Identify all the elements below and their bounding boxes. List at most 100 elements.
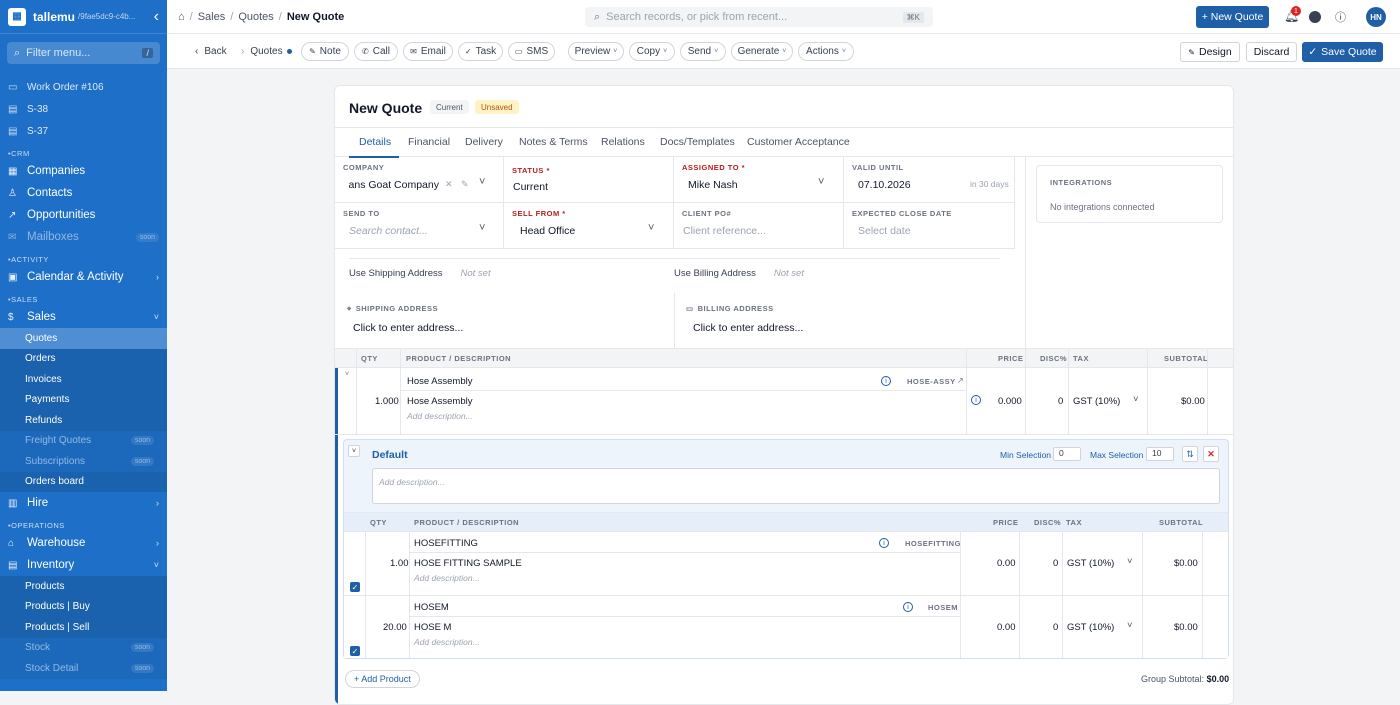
sort-icon[interactable]: ⇅	[1182, 446, 1198, 462]
info-icon[interactable]: i	[971, 395, 981, 405]
email-button[interactable]: ✉ Email	[403, 42, 453, 61]
sidebar-item-invoices[interactable]: Invoices	[0, 369, 167, 390]
checkbox-checked-icon[interactable]: ✓	[350, 646, 360, 656]
help-icon[interactable]: ⓘ	[1335, 9, 1346, 25]
sidebar-item-companies[interactable]: ▦ Companies	[0, 160, 167, 182]
send-dropdown[interactable]: Send ˅	[680, 42, 726, 61]
use-billing-toggle[interactable]: Use Billing Address Not set	[674, 268, 804, 279]
recent-item[interactable]: ▤ S-38	[0, 98, 167, 120]
line-description[interactable]: Hose Assembly	[407, 396, 472, 407]
tab-docs-templates[interactable]: Docs/Templates	[660, 136, 735, 148]
tab-delivery[interactable]: Delivery	[465, 136, 503, 148]
sidebar-item-stock[interactable]: Stock soon	[0, 637, 167, 658]
avatar[interactable]: HN	[1366, 7, 1386, 27]
generate-dropdown[interactable]: Generate ˅	[731, 42, 793, 61]
task-button[interactable]: ✓ Task	[458, 42, 503, 61]
recent-item[interactable]: ▤ S-37	[0, 120, 167, 142]
pencil-icon[interactable]: ✎	[461, 179, 469, 190]
line-disc[interactable]: 0	[1053, 558, 1058, 569]
valid-until-field[interactable]: VALID UNTIL 07.10.2026 in 30 days	[844, 157, 1015, 203]
discard-button[interactable]: Discard	[1246, 42, 1297, 62]
note-button[interactable]: ✎ Note	[301, 42, 349, 61]
sidebar-item-stock-detail[interactable]: Stock Detail soon	[0, 658, 167, 679]
sidebar-item-contacts[interactable]: ♙ Contacts	[0, 182, 167, 204]
sidebar-item-products-sell[interactable]: Products | Sell	[0, 617, 167, 638]
line-tax[interactable]: GST (10%)	[1067, 558, 1114, 569]
call-button[interactable]: ✆ Call	[354, 42, 398, 61]
sell-from-field[interactable]: SELL FROM * Head Office ˅	[504, 203, 674, 249]
sidebar-item-freight-quotes[interactable]: Freight Quotes soon	[0, 430, 167, 451]
shipping-address-input[interactable]: Click to enter address...	[353, 322, 463, 334]
group-title[interactable]: Default	[372, 449, 408, 461]
line-disc[interactable]: 0	[1058, 396, 1063, 407]
breadcrumb-sales[interactable]: Sales	[198, 11, 226, 23]
line-qty[interactable]: 1.000	[375, 396, 399, 407]
chevron-down-icon[interactable]: ˅	[479, 176, 485, 188]
expected-close-field[interactable]: EXPECTED CLOSE DATE Select date	[844, 203, 1015, 249]
min-selection-input[interactable]: 0	[1053, 447, 1081, 461]
tab-customer-acceptance[interactable]: Customer Acceptance	[747, 136, 850, 148]
line-price[interactable]: 0.00	[997, 622, 1016, 633]
breadcrumb-quotes[interactable]: Quotes	[238, 11, 273, 23]
line-description-placeholder[interactable]: Add description...	[407, 411, 473, 421]
sidebar-item-opportunities[interactable]: ↗ Opportunities	[0, 204, 167, 226]
copy-dropdown[interactable]: Copy ˅	[629, 42, 675, 61]
sidebar-item-products-buy[interactable]: Products | Buy	[0, 596, 167, 617]
sidebar-item-hire[interactable]: ▥ Hire ›	[0, 492, 167, 514]
company-field[interactable]: COMPANY Dans Goat Company ✕ ✎ ˅	[335, 157, 504, 203]
line-qty[interactable]: 1.00	[390, 558, 409, 569]
sidebar-item-calendar[interactable]: ▣ Calendar & Activity ›	[0, 266, 167, 288]
sidebar-item-payments[interactable]: Payments	[0, 389, 167, 410]
line-product-name[interactable]: Hose Assembly	[407, 376, 472, 387]
chevron-down-icon[interactable]: ˅	[1127, 620, 1133, 631]
preview-dropdown[interactable]: Preview ˅	[568, 42, 624, 61]
line-qty[interactable]: 20.00	[383, 622, 407, 633]
add-product-button[interactable]: + Add Product	[345, 670, 420, 688]
assigned-to-field[interactable]: ASSIGNED TO * Mike Nash ˅	[674, 157, 844, 203]
sidebar-item-refunds[interactable]: Refunds	[0, 410, 167, 431]
sidebar-item-sales[interactable]: $ Sales ˅	[0, 306, 167, 328]
line-tax[interactable]: GST (10%)	[1067, 622, 1114, 633]
chevron-down-icon[interactable]: ˅	[1127, 556, 1133, 567]
info-icon[interactable]: i	[879, 538, 889, 548]
line-product-name[interactable]: HOSEM	[414, 602, 449, 613]
tab-relations[interactable]: Relations	[601, 136, 645, 148]
line-price[interactable]: 0.00	[997, 558, 1016, 569]
max-selection-input[interactable]: 10	[1146, 447, 1174, 461]
user-photo-icon[interactable]	[1309, 11, 1321, 23]
info-icon[interactable]: i	[903, 602, 913, 612]
close-icon[interactable]: ✕	[1203, 446, 1219, 462]
tab-details[interactable]: Details	[359, 136, 391, 148]
chevron-down-icon[interactable]: ˅	[818, 176, 824, 188]
filter-menu-input[interactable]: ⌕ Filter menu... /	[7, 42, 160, 64]
sidebar-item-orders-board[interactable]: Orders board	[0, 471, 167, 492]
home-icon[interactable]: ⌂	[178, 11, 185, 23]
brand[interactable]: ▦ tallemu /9fae5dc9-c4b... ‹	[0, 0, 167, 34]
chevron-down-icon[interactable]: ˅	[1133, 394, 1139, 405]
send-to-field[interactable]: SEND TO Search contact... ˅	[335, 203, 504, 249]
checkbox-checked-icon[interactable]: ✓	[350, 582, 360, 592]
line-price[interactable]: 0.000	[998, 396, 1022, 407]
clear-icon[interactable]: ✕	[445, 179, 453, 190]
billing-address-input[interactable]: Click to enter address...	[693, 322, 803, 334]
line-tax[interactable]: GST (10%)	[1073, 396, 1120, 407]
chevron-down-icon[interactable]: ˅	[345, 371, 349, 378]
client-po-field[interactable]: CLIENT PO# Client reference...	[674, 203, 844, 249]
chevron-down-icon[interactable]: ˅	[648, 222, 654, 234]
sidebar-item-quotes[interactable]: Quotes	[0, 328, 167, 349]
global-search-input[interactable]: ⌕ Search records, or pick from recent...…	[585, 7, 933, 27]
line-description[interactable]: HOSE M	[414, 622, 451, 633]
line-description-placeholder[interactable]: Add description...	[414, 573, 480, 583]
tab-financial[interactable]: Financial	[408, 136, 450, 148]
design-button[interactable]: ✎ Design	[1180, 42, 1240, 62]
back-button[interactable]: ‹ Back	[195, 42, 227, 61]
line-description[interactable]: HOSE FITTING SAMPLE	[414, 558, 522, 569]
line-description-placeholder[interactable]: Add description...	[414, 637, 480, 647]
sidebar-item-warehouse[interactable]: ⌂ Warehouse ›	[0, 532, 167, 554]
collapse-sidebar-icon[interactable]: ‹	[154, 8, 159, 26]
external-link-icon[interactable]: ↗	[957, 376, 964, 385]
save-quote-button[interactable]: ✓ Save Quote	[1302, 42, 1383, 62]
quotes-link[interactable]: › Quotes	[241, 42, 292, 61]
line-disc[interactable]: 0	[1053, 622, 1058, 633]
info-icon[interactable]: i	[881, 376, 891, 386]
